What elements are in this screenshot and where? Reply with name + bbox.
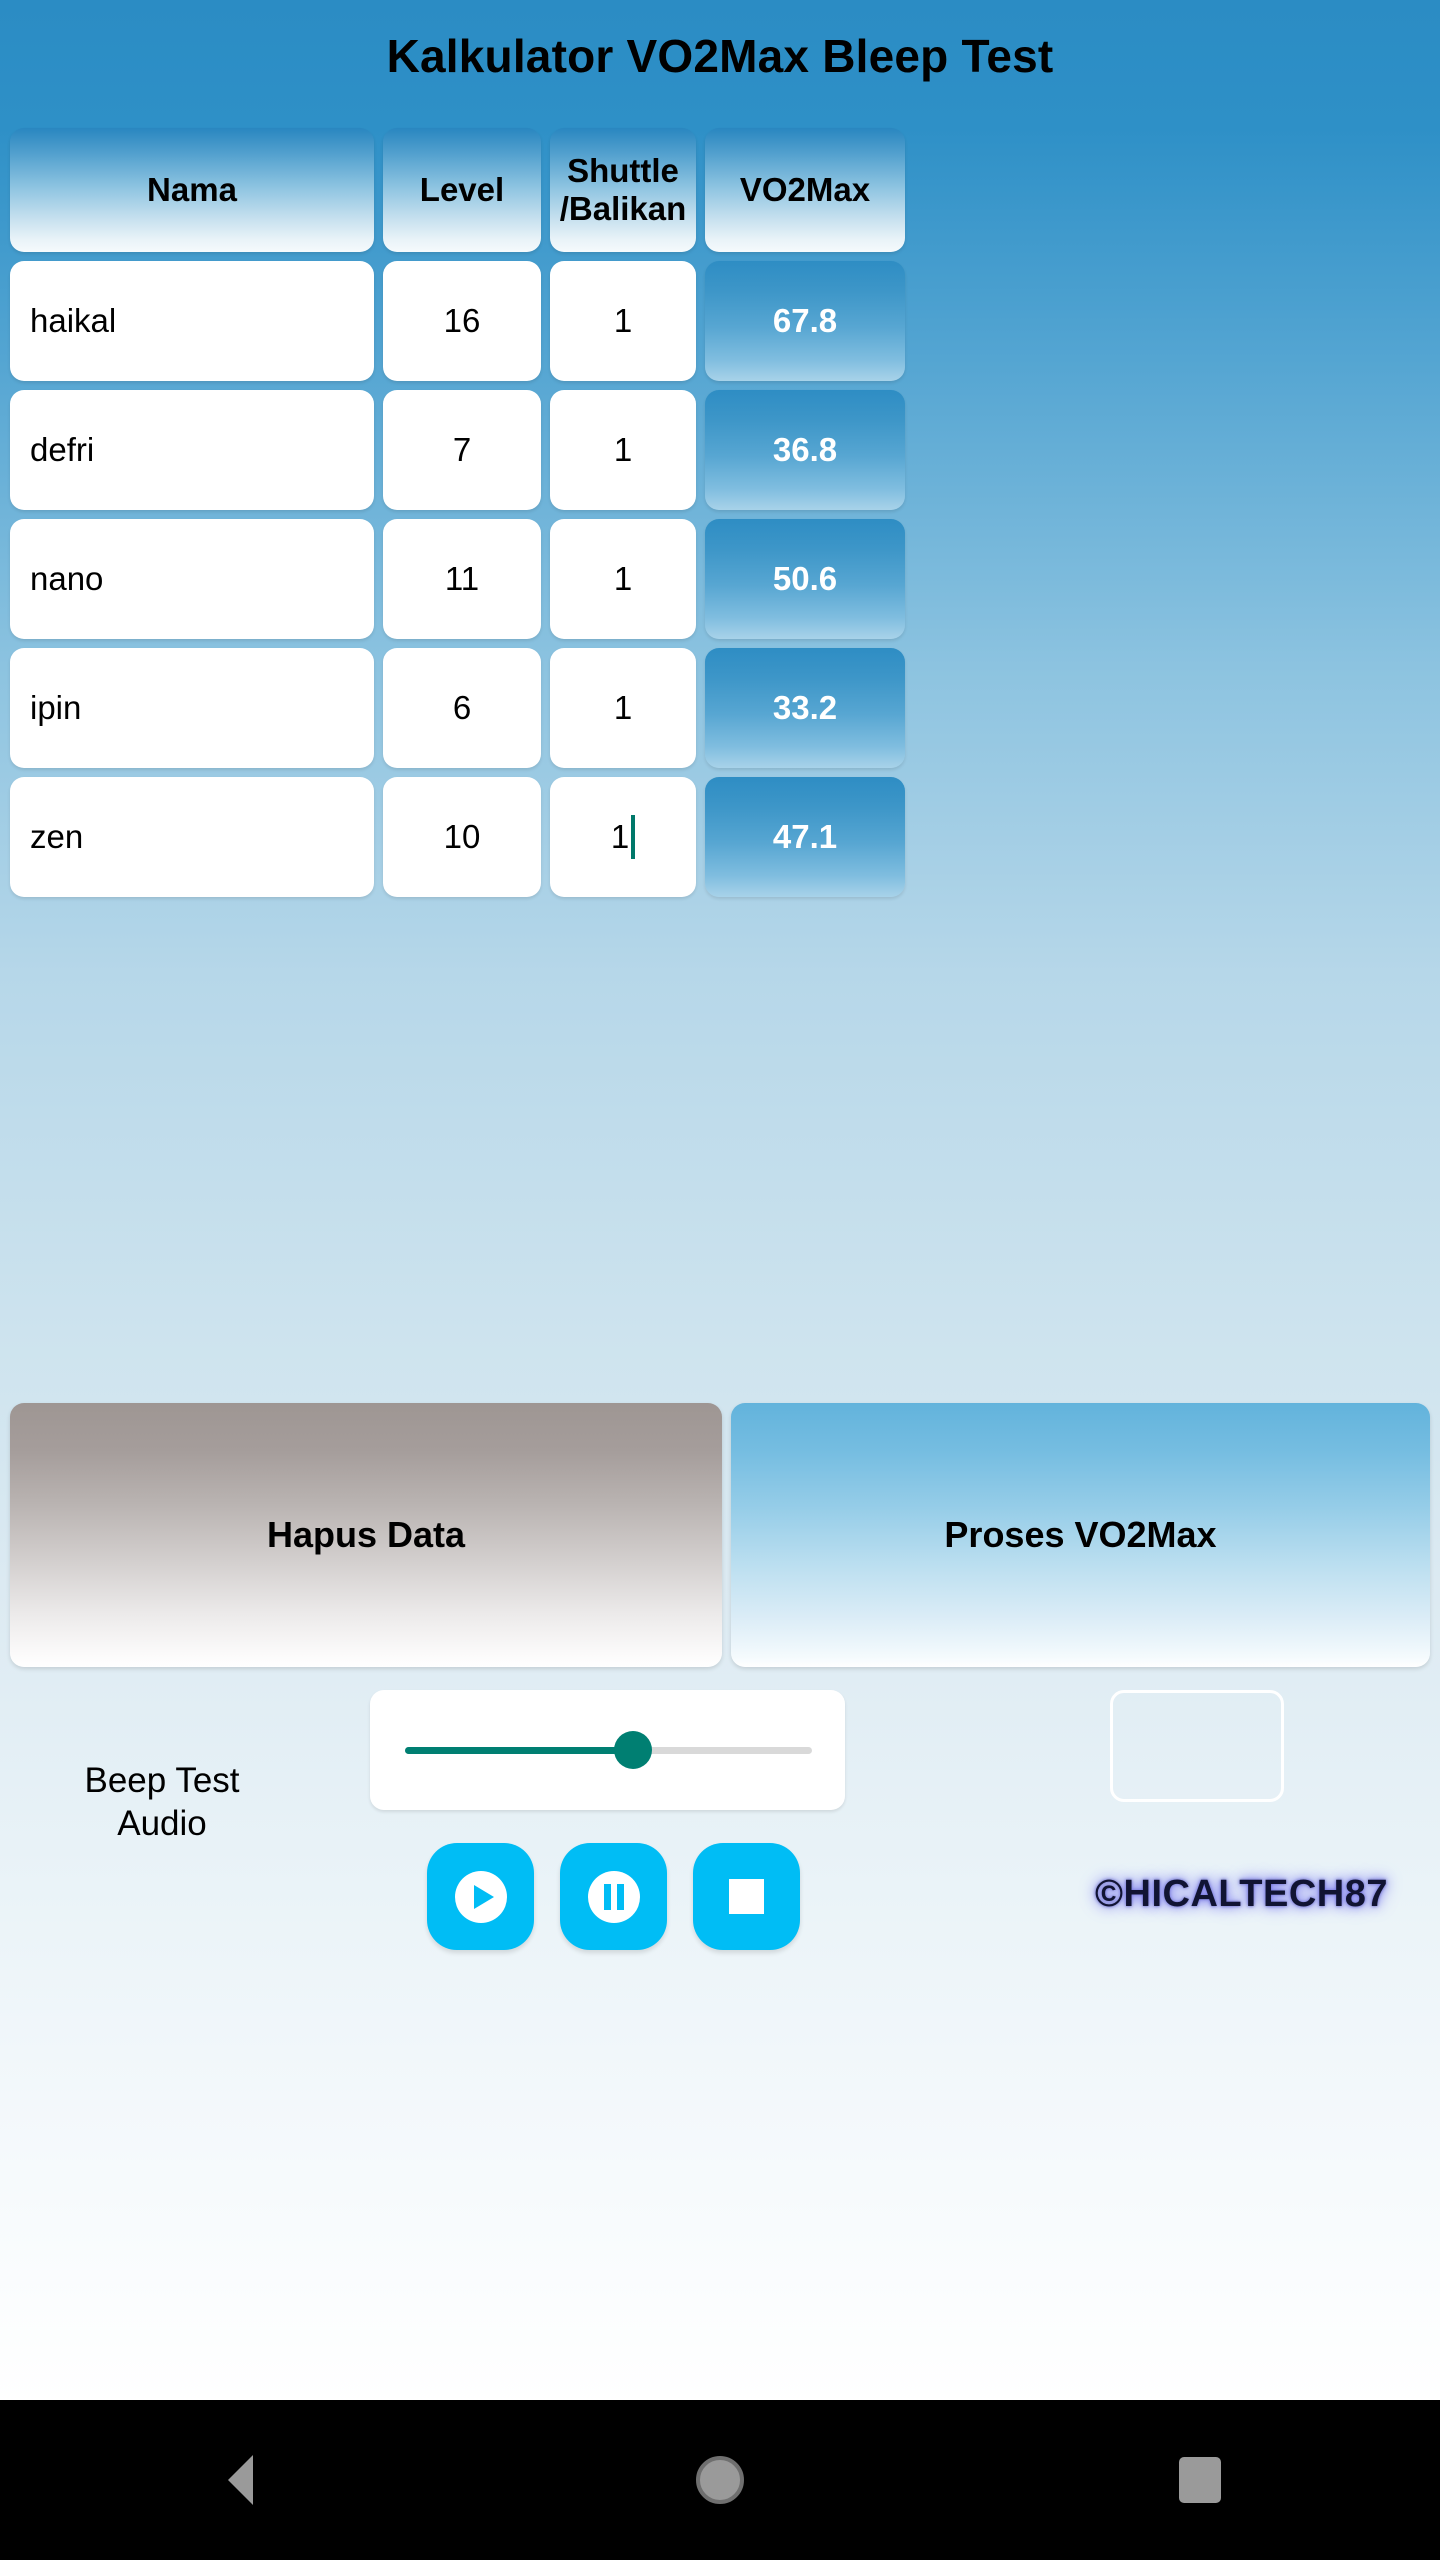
- table-header-row: Nama Level Shuttle/Balikan VO2Max: [10, 128, 1430, 252]
- cell-level-value: 11: [444, 560, 480, 597]
- cell-shuttle-value: 1: [613, 302, 633, 339]
- cell-nama-value: nano: [30, 560, 104, 597]
- column-header-level: Level: [383, 128, 541, 252]
- cell-vo2max-value: 33.2: [772, 689, 838, 726]
- vo2max-table: Nama Level Shuttle/Balikan VO2Max haikal…: [10, 128, 1430, 906]
- cell-nama[interactable]: defri: [10, 390, 374, 510]
- action-buttons: Hapus Data Proses VO2Max: [10, 1403, 1430, 1667]
- cell-vo2max-value: 67.8: [772, 302, 838, 339]
- slider-track-fill: [405, 1746, 633, 1754]
- cell-vo2max: 36.8: [705, 390, 905, 510]
- cell-vo2max-value: 36.8: [772, 431, 838, 468]
- stop-icon: [729, 1879, 764, 1914]
- table-row: zen 10 1 47.1: [10, 777, 1430, 897]
- nav-back-button[interactable]: [150, 2400, 330, 2560]
- play-icon: [454, 1870, 507, 1923]
- hapus-data-button[interactable]: Hapus Data: [10, 1403, 722, 1667]
- watermark: ©HICALTECH87: [1095, 1873, 1388, 1915]
- slider-thumb[interactable]: [613, 1731, 652, 1769]
- android-navigation-bar: [0, 2400, 1440, 2560]
- pause-icon: [587, 1870, 640, 1923]
- cell-nama[interactable]: nano: [10, 519, 374, 639]
- table-row: haikal 16 1 67.8: [10, 261, 1430, 381]
- column-header-nama-label: Nama: [147, 170, 237, 208]
- cell-nama-value: zen: [30, 818, 84, 855]
- cell-shuttle[interactable]: 1: [550, 648, 696, 768]
- cell-nama[interactable]: haikal: [10, 261, 374, 381]
- cell-shuttle-value: 1: [613, 689, 633, 726]
- text-caret: [631, 815, 636, 859]
- cell-vo2max-value: 50.6: [772, 560, 838, 597]
- column-header-vo2max-label: VO2Max: [739, 170, 871, 208]
- audio-label-line1: Beep Test: [84, 1761, 240, 1800]
- cell-shuttle[interactable]: 1: [550, 390, 696, 510]
- cell-shuttle[interactable]: 1: [550, 519, 696, 639]
- beep-test-audio-label: Beep Test Audio: [42, 1760, 282, 1845]
- cell-vo2max: 50.6: [705, 519, 905, 639]
- cell-shuttle-focused[interactable]: 1: [550, 777, 696, 897]
- cell-nama-value: ipin: [30, 689, 82, 726]
- cell-level-value: 6: [452, 689, 472, 726]
- cell-level[interactable]: 11: [383, 519, 541, 639]
- cell-level-value: 7: [452, 431, 472, 468]
- page-title: Kalkulator VO2Max Bleep Test: [386, 30, 1054, 82]
- cell-level[interactable]: 16: [383, 261, 541, 381]
- recents-square-icon: [1179, 2457, 1221, 2503]
- cell-vo2max: 47.1: [705, 777, 905, 897]
- home-circle-icon: [696, 2456, 744, 2504]
- audio-slider-card: [370, 1690, 845, 1810]
- column-header-nama: Nama: [10, 128, 374, 252]
- cell-level[interactable]: 7: [383, 390, 541, 510]
- table-row: nano 11 1 50.6: [10, 519, 1430, 639]
- cell-shuttle-value: 1: [613, 431, 633, 468]
- cell-level-value: 16: [443, 302, 481, 339]
- cell-nama-value: defri: [30, 431, 95, 468]
- cell-vo2max-value: 47.1: [772, 818, 838, 855]
- play-button[interactable]: [427, 1843, 534, 1950]
- back-triangle-icon: [227, 2455, 253, 2505]
- table-row: ipin 6 1 33.2: [10, 648, 1430, 768]
- cell-level-value: 10: [443, 818, 481, 855]
- column-header-shuttle: Shuttle/Balikan: [550, 128, 696, 252]
- cell-nama[interactable]: zen: [10, 777, 374, 897]
- table-row: defri 7 1 36.8: [10, 390, 1430, 510]
- cell-level[interactable]: 10: [383, 777, 541, 897]
- nav-home-button[interactable]: [630, 2400, 810, 2560]
- audio-extra-field[interactable]: [1110, 1690, 1284, 1802]
- stop-button[interactable]: [693, 1843, 800, 1950]
- pause-button[interactable]: [560, 1843, 667, 1950]
- audio-progress-slider[interactable]: [405, 1728, 812, 1772]
- audio-label-line2: Audio: [117, 1803, 207, 1843]
- cell-level[interactable]: 6: [383, 648, 541, 768]
- beep-test-audio-section: Beep Test Audio: [0, 1675, 1440, 1975]
- cell-nama[interactable]: ipin: [10, 648, 374, 768]
- nav-recents-button[interactable]: [1110, 2400, 1290, 2560]
- column-header-vo2max: VO2Max: [705, 128, 905, 252]
- cell-nama-value: haikal: [30, 302, 117, 339]
- media-controls: [427, 1843, 800, 1950]
- proses-vo2max-button[interactable]: Proses VO2Max: [731, 1403, 1430, 1667]
- column-header-level-label: Level: [419, 170, 505, 208]
- cell-vo2max: 67.8: [705, 261, 905, 381]
- column-header-shuttle-label: Shuttle/Balikan: [559, 151, 687, 227]
- cell-shuttle[interactable]: 1: [550, 261, 696, 381]
- cell-shuttle-value: 1: [613, 560, 633, 597]
- cell-vo2max: 33.2: [705, 648, 905, 768]
- cell-shuttle-value: 1: [610, 818, 630, 855]
